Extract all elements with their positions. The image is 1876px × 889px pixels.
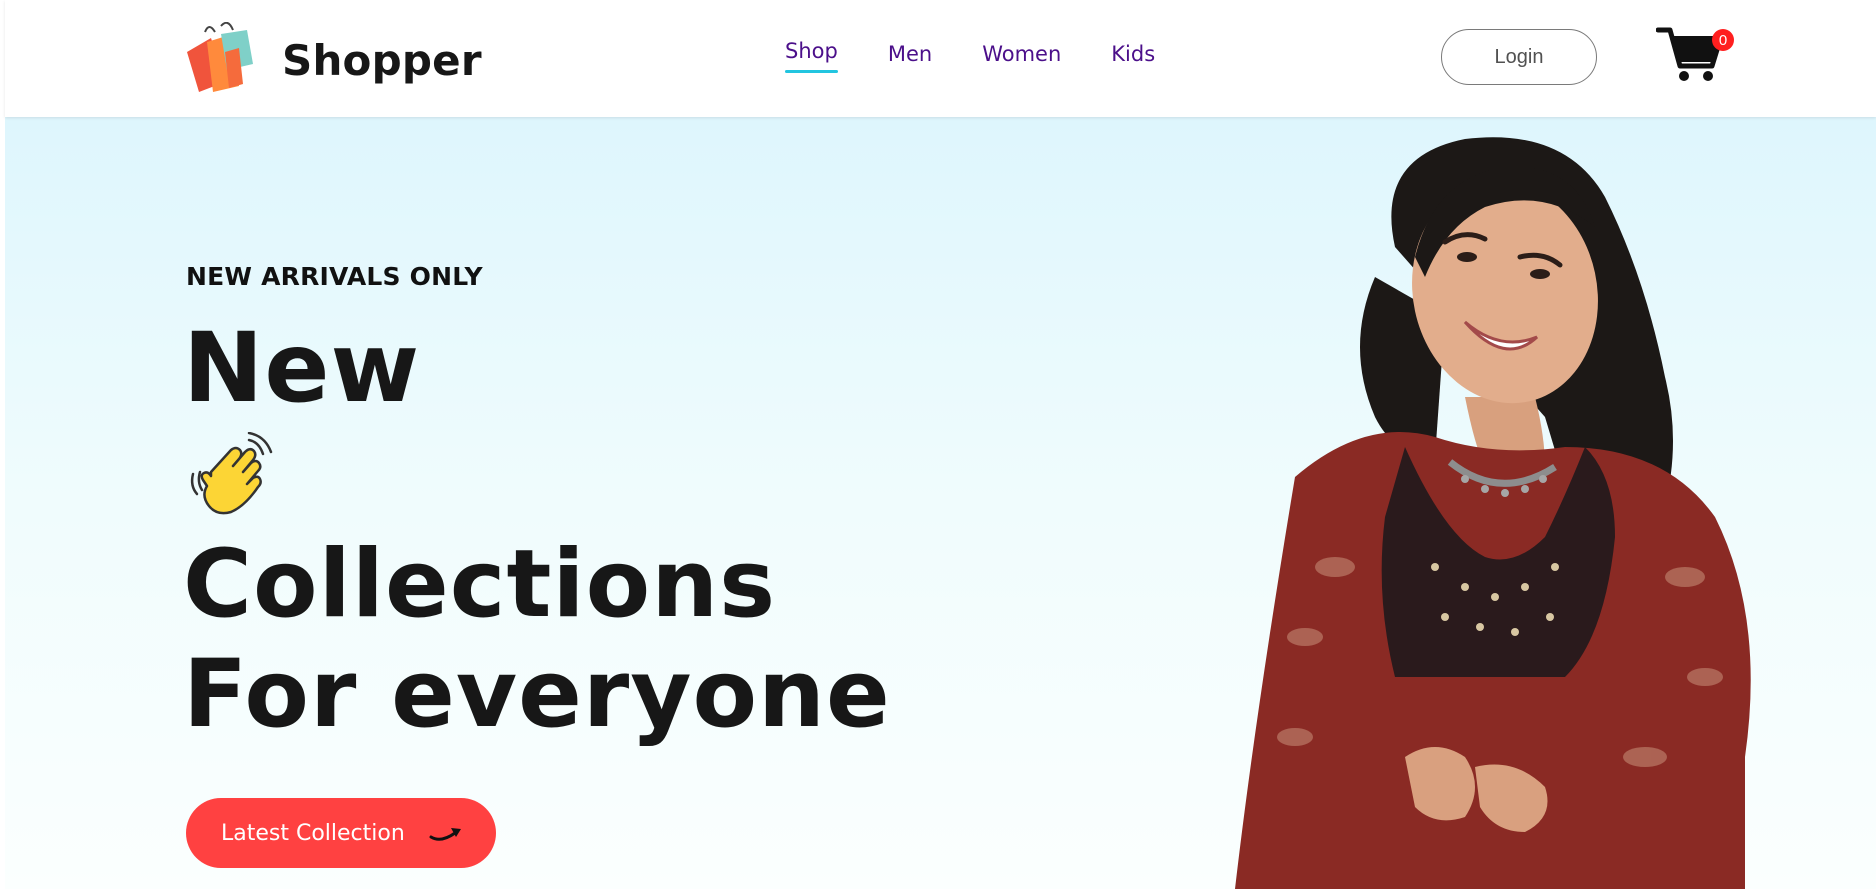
arrow-icon <box>429 828 461 841</box>
hero-headline-line1: New <box>183 312 421 424</box>
hero-model-image <box>1235 137 1751 889</box>
hero-headline-line3: For everyone <box>183 640 891 749</box>
nav-item-label: Shop <box>785 39 838 63</box>
navbar: Shopper Shop Men Women Kids Login 0 <box>5 0 1876 117</box>
brand-name: Shopper <box>282 36 482 85</box>
cart-count-badge: 0 <box>1712 29 1734 51</box>
login-button[interactable]: Login <box>1441 29 1597 85</box>
latest-collection-button[interactable]: Latest Collection <box>186 798 496 868</box>
nav-item-label: Women <box>982 42 1062 66</box>
waving-hand-icon <box>190 432 273 515</box>
nav-item-kids[interactable]: Kids <box>1111 42 1155 66</box>
nav-item-label: Men <box>887 42 933 66</box>
hero-headline-line2: Collections <box>183 530 777 639</box>
brand-logo[interactable]: Shopper <box>181 22 482 96</box>
nav-item-label: Kids <box>1111 42 1156 66</box>
nav-item-men[interactable]: Men <box>888 42 932 66</box>
nav-menu: Shop Men Women Kids <box>785 39 1155 73</box>
nav-item-women[interactable]: Women <box>982 42 1061 66</box>
nav-active-underline <box>785 70 838 73</box>
hero-eyebrow: NEW ARRIVALS ONLY <box>186 262 483 291</box>
nav-item-shop[interactable]: Shop <box>785 39 838 73</box>
shopping-bags-icon <box>187 22 253 92</box>
cta-label: Latest Collection <box>221 820 405 846</box>
hero-section: NEW ARRIVALS ONLY New Collections For ev… <box>5 117 1876 889</box>
